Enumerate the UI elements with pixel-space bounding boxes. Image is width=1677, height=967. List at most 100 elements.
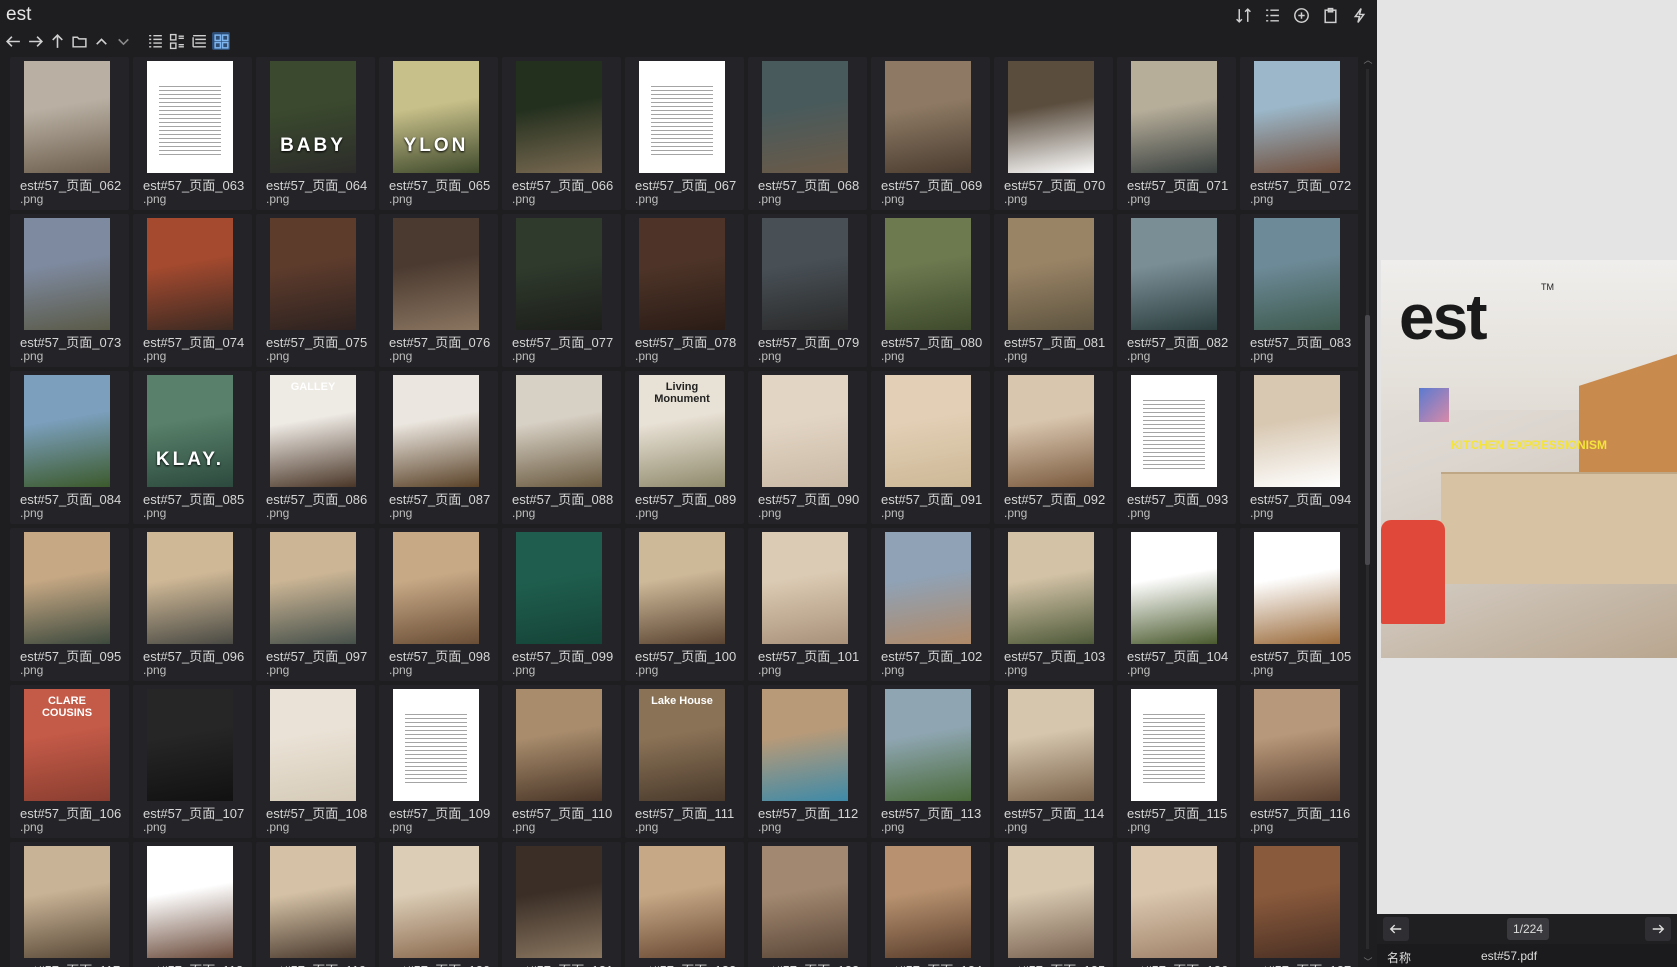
scroll-up-icon[interactable]: ︿ — [1362, 55, 1374, 65]
file-item[interactable]: est#57_页面_122.png — [625, 842, 744, 967]
scroll-thumb[interactable] — [1365, 315, 1370, 565]
tree-list-icon[interactable] — [190, 32, 208, 50]
file-item[interactable]: est#57_页面_070 .png — [994, 57, 1113, 210]
clipboard-icon[interactable] — [1321, 6, 1340, 25]
back-arrow-icon[interactable] — [4, 32, 22, 50]
file-item[interactable]: est#57_页面_118.png — [133, 842, 252, 967]
file-item[interactable]: est#57_页面_108 .png — [256, 685, 375, 838]
file-item[interactable]: CLARE COUSINS est#57_页面_106 .png — [10, 685, 129, 838]
file-item[interactable]: est#57_页面_096 .png — [133, 528, 252, 681]
file-item[interactable]: est#57_页面_091 .png — [871, 371, 990, 524]
file-item[interactable]: est#57_页面_082 .png — [1117, 214, 1236, 367]
file-extension: .png — [266, 349, 290, 363]
file-item[interactable]: est#57_页面_084 .png — [10, 371, 129, 524]
grid-view-icon[interactable] — [212, 32, 230, 50]
file-item[interactable]: est#57_页面_073 .png — [10, 214, 129, 367]
flash-icon[interactable] — [1350, 6, 1369, 25]
list-view-icon[interactable] — [1263, 6, 1282, 25]
cover-counter — [1441, 472, 1677, 584]
file-thumbnail — [393, 689, 479, 801]
file-item[interactable]: est#57_页面_072 .png — [1240, 57, 1358, 210]
file-item[interactable]: est#57_页面_124.png — [871, 842, 990, 967]
file-item[interactable]: est#57_页面_127.png — [1240, 842, 1358, 967]
file-extension: .png — [881, 349, 905, 363]
file-name: est#57_页面_124 — [881, 960, 982, 967]
add-icon[interactable] — [1292, 6, 1311, 25]
file-item[interactable]: GALLEY est#57_页面_086 .png — [256, 371, 375, 524]
file-item[interactable]: est#57_页面_092 .png — [994, 371, 1113, 524]
file-extension: .png — [1250, 820, 1274, 834]
file-item[interactable]: est#57_页面_062 .png — [10, 57, 129, 210]
file-item[interactable]: est#57_页面_119.png — [256, 842, 375, 967]
file-item[interactable]: est#57_页面_066 .png — [502, 57, 621, 210]
file-item[interactable]: est#57_页面_095 .png — [10, 528, 129, 681]
file-item[interactable]: est#57_页面_090 .png — [748, 371, 867, 524]
file-item[interactable]: est#57_页面_105 .png — [1240, 528, 1358, 681]
file-item[interactable]: est#57_页面_103 .png — [994, 528, 1113, 681]
file-item[interactable]: est#57_页面_099 .png — [502, 528, 621, 681]
file-item[interactable]: est#57_页面_079 .png — [748, 214, 867, 367]
file-item[interactable]: est#57_页面_125.png — [994, 842, 1113, 967]
file-item[interactable]: est#57_页面_080 .png — [871, 214, 990, 367]
file-item[interactable]: est#57_页面_121.png — [502, 842, 621, 967]
file-item[interactable]: est#57_页面_110 .png — [502, 685, 621, 838]
file-item[interactable]: est#57_页面_077 .png — [502, 214, 621, 367]
file-item[interactable]: est#57_页面_115 .png — [1117, 685, 1236, 838]
previous-page-button[interactable] — [1383, 917, 1409, 941]
file-item[interactable]: est#57_页面_098 .png — [379, 528, 498, 681]
file-item[interactable]: est#57_页面_078 .png — [625, 214, 744, 367]
file-item[interactable]: est#57_页面_116 .png — [1240, 685, 1358, 838]
file-item[interactable]: est#57_页面_097 .png — [256, 528, 375, 681]
file-item[interactable]: est#57_页面_068 .png — [748, 57, 867, 210]
file-item[interactable]: est#57_页面_120.png — [379, 842, 498, 967]
file-item[interactable]: est#57_页面_076 .png — [379, 214, 498, 367]
file-item[interactable]: est#57_页面_074 .png — [133, 214, 252, 367]
file-item[interactable]: est#57_页面_112 .png — [748, 685, 867, 838]
file-item[interactable]: est#57_页面_113 .png — [871, 685, 990, 838]
file-item[interactable]: est#57_页面_101 .png — [748, 528, 867, 681]
file-item[interactable]: est#57_页面_126.png — [1117, 842, 1236, 967]
file-item[interactable]: est#57_页面_083 .png — [1240, 214, 1358, 367]
file-extension: .png — [20, 192, 44, 206]
folder-icon[interactable] — [70, 32, 88, 50]
file-item[interactable]: est#57_页面_067 .png — [625, 57, 744, 210]
file-item[interactable]: est#57_页面_104 .png — [1117, 528, 1236, 681]
file-name: est#57_页面_120 — [389, 960, 490, 967]
up-arrow-icon[interactable] — [48, 32, 66, 50]
file-item[interactable]: Lake House est#57_页面_111 .png — [625, 685, 744, 838]
right-toolbar — [1234, 6, 1369, 25]
chevron-down-icon[interactable] — [114, 32, 132, 50]
file-item[interactable]: YLON est#57_页面_065 .png — [379, 57, 498, 210]
file-item[interactable]: Living Monument est#57_页面_089 .png — [625, 371, 744, 524]
thumb-detail-icon[interactable] — [168, 32, 186, 50]
file-item[interactable]: est#57_页面_088 .png — [502, 371, 621, 524]
sort-icon[interactable] — [1234, 6, 1253, 25]
file-item[interactable]: KLAY. est#57_页面_085 .png — [133, 371, 252, 524]
file-item[interactable]: est#57_页面_071 .png — [1117, 57, 1236, 210]
file-item[interactable]: est#57_页面_075 .png — [256, 214, 375, 367]
file-extension: .png — [1250, 663, 1274, 677]
file-item[interactable]: est#57_页面_102 .png — [871, 528, 990, 681]
file-item[interactable]: est#57_页面_114 .png — [994, 685, 1113, 838]
file-item[interactable]: est#57_页面_069 .png — [871, 57, 990, 210]
file-item[interactable]: est#57_页面_087 .png — [379, 371, 498, 524]
file-item[interactable]: est#57_页面_094 .png — [1240, 371, 1358, 524]
file-item[interactable]: est#57_页面_100 .png — [625, 528, 744, 681]
vertical-scrollbar[interactable]: ︿ ﹀ — [1362, 55, 1374, 967]
next-page-button[interactable] — [1645, 917, 1671, 941]
file-item[interactable]: est#57_页面_117.png — [10, 842, 129, 967]
file-item[interactable]: est#57_页面_107 .png — [133, 685, 252, 838]
chevron-up-icon[interactable] — [92, 32, 110, 50]
file-thumbnail — [147, 689, 233, 801]
file-item[interactable]: est#57_页面_109 .png — [379, 685, 498, 838]
file-item[interactable]: est#57_页面_063 .png — [133, 57, 252, 210]
file-item[interactable]: BABY est#57_页面_064 .png — [256, 57, 375, 210]
page-counter[interactable]: 1/224 — [1507, 918, 1549, 940]
detail-list-icon[interactable] — [146, 32, 164, 50]
scroll-down-icon[interactable]: ﹀ — [1362, 957, 1374, 967]
file-item[interactable]: est#57_页面_093 .png — [1117, 371, 1236, 524]
file-item[interactable]: est#57_页面_081 .png — [994, 214, 1113, 367]
forward-arrow-icon[interactable] — [26, 32, 44, 50]
file-item[interactable]: est#57_页面_123.png — [748, 842, 867, 967]
file-thumbnail — [639, 61, 725, 173]
